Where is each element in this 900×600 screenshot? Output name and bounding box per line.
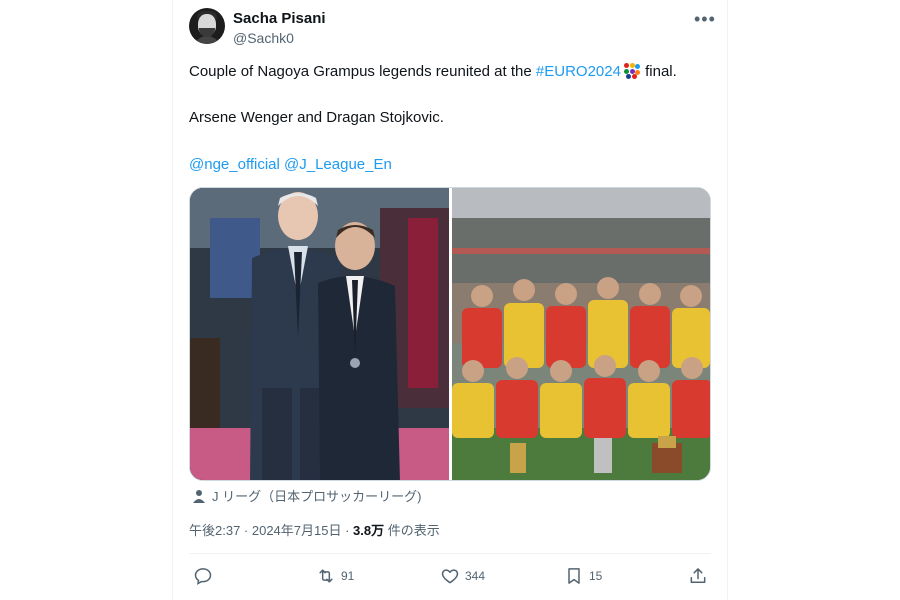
mention-link-nge[interactable]: @nge_official	[189, 156, 280, 173]
tweet-text-line1: Couple of Nagoya Grampus legends reunite…	[189, 62, 677, 82]
share-icon	[690, 568, 706, 583]
tweet-mentions: @nge_official @J_League_En	[189, 155, 392, 175]
reply-button[interactable]	[193, 566, 218, 586]
photo-team-celebration[interactable]	[452, 188, 710, 480]
like-button[interactable]: 344	[440, 566, 485, 586]
media-grid	[189, 187, 711, 481]
tweet-text-line2: Arsene Wenger and Dragan Stojkovic.	[189, 109, 444, 126]
bookmark-button[interactable]: 15	[564, 566, 602, 586]
author-display-name[interactable]: Sacha Pisani	[233, 10, 326, 27]
retweet-count: 91	[341, 569, 355, 583]
person-icon	[192, 489, 206, 506]
author-avatar[interactable]	[189, 8, 225, 44]
bookmark-icon	[568, 568, 580, 584]
divider	[189, 553, 711, 554]
bookmark-count: 15	[589, 569, 603, 583]
retweet-icon	[319, 569, 333, 583]
view-count: 3.8万	[353, 523, 385, 538]
tweet-meta: 午後2:37 · 2024年7月15日 · 3.8万 件の表示	[189, 520, 440, 539]
photo-wenger-stojkovic[interactable]	[190, 188, 449, 480]
tweet-text-suffix: final.	[640, 63, 677, 80]
media-caption[interactable]: J リーグ（日本プロサッカーリーグ)	[192, 486, 421, 506]
euro2024-hashflag-icon	[623, 63, 640, 79]
tweet-text-prefix: Couple of Nagoya Grampus legends reunite…	[189, 63, 536, 80]
like-icon	[441, 569, 459, 584]
media-caption-text: J リーグ（日本プロサッカーリーグ)	[212, 489, 422, 504]
like-count: 344	[465, 569, 486, 583]
author-handle[interactable]: @Sachk0	[233, 30, 294, 46]
mention-link-jleague[interactable]: @J_League_En	[284, 156, 392, 173]
view-label: 件の表示	[384, 523, 440, 538]
retweet-button[interactable]: 91	[316, 566, 354, 586]
share-button[interactable]	[688, 566, 713, 586]
reply-icon	[194, 568, 212, 585]
more-options-icon[interactable]: •••	[694, 9, 716, 30]
tweet-timestamp[interactable]: 午後2:37 · 2024年7月15日 ·	[189, 523, 353, 538]
hashtag-link[interactable]: #EURO2024	[536, 63, 621, 80]
